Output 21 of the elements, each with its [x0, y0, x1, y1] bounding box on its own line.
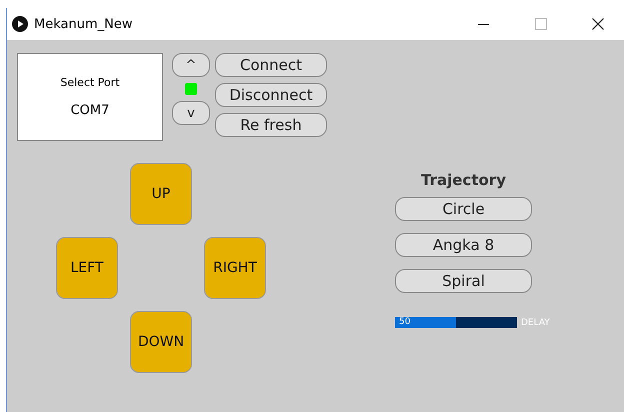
app-icon: [12, 16, 28, 32]
direction-button[interactable]: LEFT: [56, 237, 118, 299]
trajectory-button[interactable]: Circle: [395, 197, 532, 221]
port-down-button[interactable]: v: [172, 101, 210, 125]
close-icon[interactable]: [592, 18, 604, 30]
direction-button[interactable]: RIGHT: [204, 237, 266, 299]
trajectory-title: Trajectory: [420, 171, 507, 189]
port-selector[interactable]: Select Port COM7: [17, 53, 163, 141]
port-up-button[interactable]: ^: [172, 53, 210, 77]
connection-button[interactable]: Disconnect: [215, 83, 327, 107]
direction-button[interactable]: UP: [130, 163, 192, 225]
connection-button[interactable]: Re fresh: [215, 113, 327, 137]
connection-button[interactable]: Connect: [215, 53, 327, 77]
slider-value: 50: [399, 316, 410, 328]
port-value: COM7: [70, 103, 110, 118]
window-title: Mekanum_New: [34, 16, 132, 32]
delay-slider[interactable]: 50: [395, 317, 517, 328]
trajectory-button[interactable]: Angka 8: [395, 233, 532, 257]
trajectory-button[interactable]: Spiral: [395, 269, 532, 293]
port-label: Select Port: [60, 76, 120, 89]
direction-button[interactable]: DOWN: [130, 311, 192, 373]
